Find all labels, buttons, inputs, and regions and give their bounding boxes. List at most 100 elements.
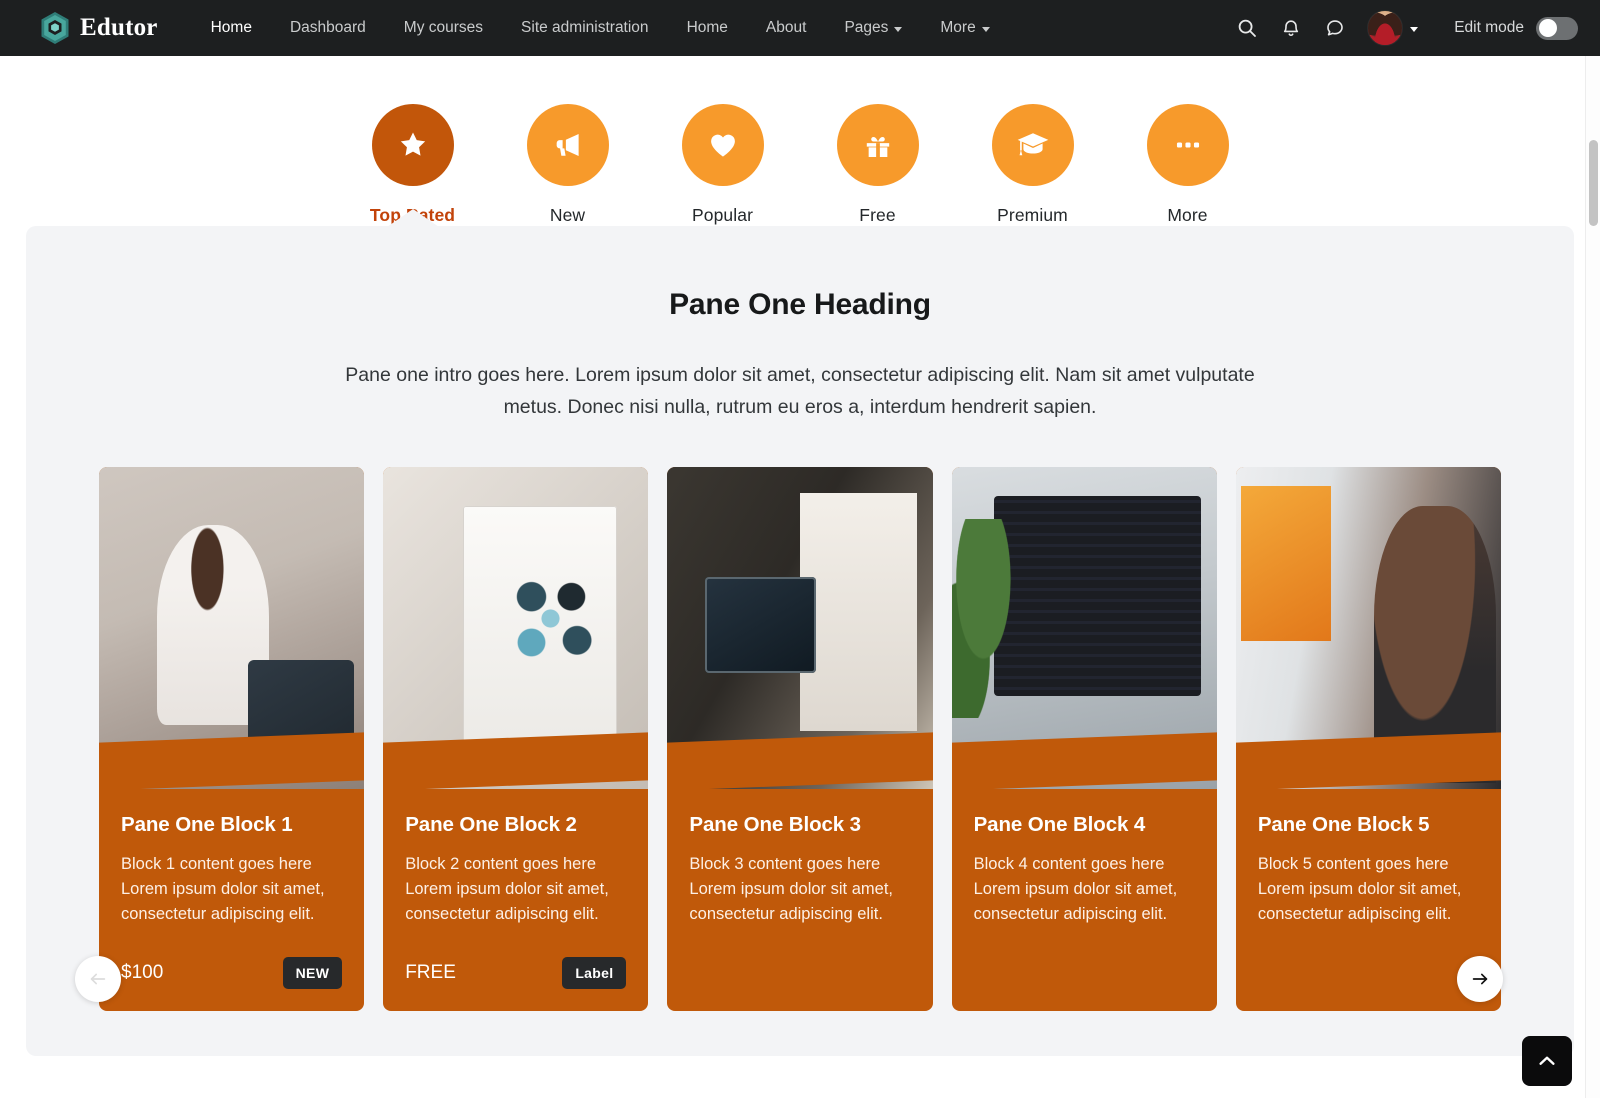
megaphone-icon: [556, 133, 579, 157]
card-item[interactable]: Pane One Block 4 Block 4 content goes he…: [951, 467, 1217, 1012]
nav-link-label: Home: [686, 19, 728, 36]
status-badge[interactable]: NEW: [282, 957, 343, 990]
card-title: Pane One Block 3: [689, 813, 861, 837]
card-title: Pane One Block 4: [973, 813, 1146, 837]
card-title: Pane One Block 2: [405, 813, 577, 837]
navbar-right-cluster: Edit mode: [1225, 6, 1578, 50]
hexagon-cube-logo-icon: [41, 12, 69, 44]
card-image: [383, 467, 649, 790]
carousel-next-button[interactable]: [1457, 956, 1503, 1002]
card-price: FREE: [405, 962, 456, 984]
category-label: Premium: [997, 205, 1068, 225]
nav-link-label: Pages: [844, 19, 889, 36]
category-label: Free: [859, 205, 896, 225]
card-item[interactable]: Pane One Block 5 Block 5 content goes he…: [1235, 467, 1502, 1012]
card-text: Block 4 content goes here Lorem ipsum do…: [973, 855, 1178, 924]
arrow-left-icon: [90, 973, 106, 985]
card-item[interactable]: Pane One Block 1 Block 1 content goes he…: [99, 467, 365, 1012]
page-scrollbar[interactable]: [1585, 56, 1600, 1098]
card-body: Pane One Block 3 Block 3 content goes he…: [667, 789, 932, 1011]
card-image: [99, 467, 365, 790]
pane-wrapper: Pane One Heading Pane one intro goes her…: [0, 209, 1600, 1056]
card-text: Block 5 content goes here Lorem ipsum do…: [1257, 855, 1462, 924]
chevron-down-icon: [981, 26, 990, 32]
nav-link-label: Dashboard: [289, 19, 366, 36]
messages-button[interactable]: [1313, 6, 1357, 50]
search-button[interactable]: [1225, 6, 1269, 50]
category-icon-circle: [526, 104, 609, 186]
gift-icon: [866, 137, 889, 157]
chevron-down-icon: [1410, 26, 1419, 32]
card-image-placeholder: [951, 467, 1217, 790]
notifications-button[interactable]: [1269, 6, 1313, 50]
category-filter-strip: Top Rated New Popular Free Premium More: [0, 56, 1600, 226]
scrollbar-thumb[interactable]: [1589, 140, 1598, 226]
search-icon: [1238, 19, 1257, 37]
nav-link-label: My courses: [403, 19, 484, 36]
nav-link-my-courses[interactable]: My courses: [385, 11, 502, 45]
category-new[interactable]: New: [490, 104, 645, 226]
category-label: More: [1167, 205, 1208, 225]
card-carousel: Pane One Block 1 Block 1 content goes he…: [26, 467, 1574, 1012]
pane-intro-text: Pane one intro goes here. Lorem ipsum do…: [345, 364, 1255, 418]
card-image-placeholder: [383, 467, 649, 790]
nav-link-label: About: [765, 19, 807, 36]
category-icon-circle: [681, 104, 764, 186]
category-premium[interactable]: Premium: [955, 104, 1110, 226]
card-body: Pane One Block 1 Block 1 content goes he…: [99, 789, 364, 957]
chevron-down-icon: [894, 26, 903, 32]
nav-link-pages[interactable]: Pages: [825, 11, 921, 45]
card-item[interactable]: Pane One Block 2 Block 2 content goes he…: [383, 467, 649, 1012]
nav-link-dashboard[interactable]: Dashboard: [271, 11, 385, 45]
nav-link-about[interactable]: About: [747, 11, 826, 45]
category-icon-circle: [1146, 104, 1229, 186]
card-image-placeholder: [667, 467, 933, 790]
nav-link-label: Home: [210, 19, 252, 36]
card-title: Pane One Block 5: [1257, 813, 1430, 837]
page-title: Pane One Heading: [669, 288, 931, 321]
arrow-right-icon: [1472, 973, 1488, 985]
category-icon-circle: [836, 104, 919, 186]
category-more[interactable]: More: [1110, 104, 1265, 226]
nav-link-site-administration[interactable]: Site administration: [502, 11, 668, 45]
card-image: [1235, 467, 1502, 790]
avatar: [1367, 10, 1404, 46]
bell-notification-icon: [1284, 20, 1299, 37]
user-menu-button[interactable]: [1367, 10, 1419, 46]
nav-link-label: Site administration: [521, 19, 649, 36]
edit-mode-control[interactable]: Edit mode: [1454, 16, 1578, 40]
card-price: $100: [121, 962, 164, 984]
category-free[interactable]: Free: [800, 104, 955, 226]
card-image: [667, 467, 933, 790]
carousel-prev-button[interactable]: [75, 956, 121, 1002]
category-top-rated[interactable]: Top Rated: [335, 104, 490, 226]
active-category-pointer: [387, 209, 439, 227]
edit-mode-toggle[interactable]: [1536, 16, 1578, 40]
card-body: Pane One Block 2 Block 2 content goes he…: [383, 789, 648, 957]
nav-link-home[interactable]: Home: [192, 11, 271, 45]
graduation-cap-icon: [1017, 133, 1048, 156]
category-label: New: [549, 205, 586, 225]
card-text: Block 2 content goes here Lorem ipsum do…: [405, 855, 609, 924]
status-badge[interactable]: Label: [562, 957, 627, 990]
nav-link-label: More: [940, 19, 976, 36]
card-body: Pane One Block 4 Block 4 content goes he…: [952, 789, 1217, 1011]
card-title: Pane One Block 1: [121, 813, 293, 837]
heart-icon: [710, 134, 735, 157]
scroll-to-top-button[interactable]: [1522, 1036, 1572, 1086]
card-footer: $100 NEW: [99, 957, 364, 1011]
message-bubble-icon: [1327, 20, 1344, 36]
category-label: Popular: [691, 205, 754, 225]
nav-link-home-secondary[interactable]: Home: [668, 11, 747, 45]
star-icon: [400, 132, 425, 156]
category-icon-circle: [991, 104, 1074, 186]
card-image: [951, 467, 1217, 790]
chevron-up-icon: [1539, 1056, 1555, 1065]
category-popular[interactable]: Popular: [645, 104, 800, 226]
card-image-placeholder: [1235, 467, 1502, 790]
brand-logo-link[interactable]: Edutor: [40, 11, 158, 45]
card-item[interactable]: Pane One Block 3 Block 3 content goes he…: [667, 467, 933, 1012]
nav-links: Home Dashboard My courses Site administr…: [192, 11, 1009, 45]
nav-link-more[interactable]: More: [921, 11, 1008, 45]
card-text: Block 1 content goes here Lorem ipsum do…: [121, 855, 325, 924]
